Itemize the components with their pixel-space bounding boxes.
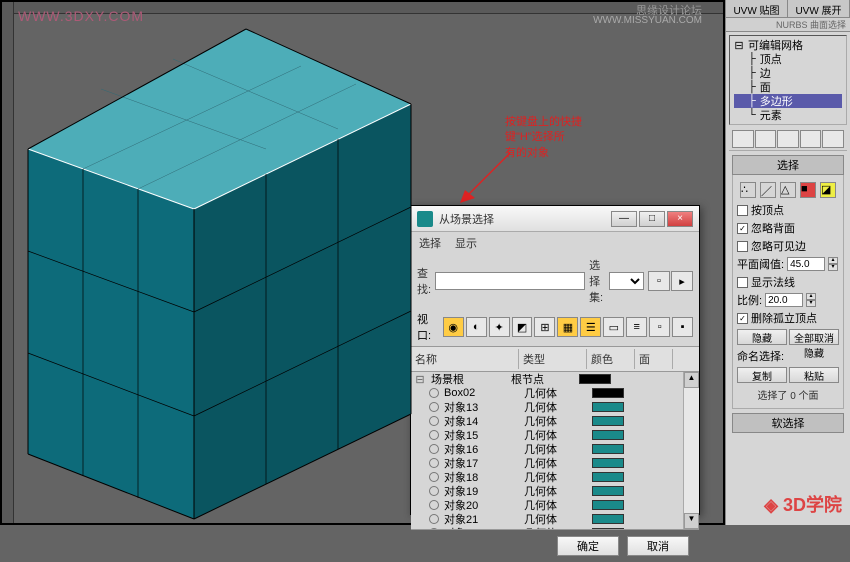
- ignore-back-checkbox[interactable]: [737, 223, 748, 234]
- filter-space-icon[interactable]: ▦: [557, 317, 578, 337]
- tab-uvw-map[interactable]: UVW 贴图: [726, 0, 788, 17]
- select-from-scene-dialog: 从场景选择 — □ × 选择 显示 查找: 选择集: ▫ ▸ 视口: ◉ ◐ ✦…: [410, 205, 700, 515]
- list-scrollbar[interactable]: [683, 372, 699, 529]
- tab-uvw-unwrap[interactable]: UVW 展开: [788, 0, 850, 17]
- filter-btn-b[interactable]: ▪: [672, 317, 693, 337]
- filter-btn-a[interactable]: ▫: [649, 317, 670, 337]
- delete-iso-checkbox[interactable]: [737, 313, 748, 324]
- subobj-edge-icon[interactable]: ／: [760, 182, 776, 198]
- list-row[interactable]: 对象20几何体: [411, 498, 699, 512]
- filter-geom-icon[interactable]: ◉: [443, 317, 464, 337]
- paste-button[interactable]: 粘贴: [789, 367, 839, 383]
- list-header: 名称 类型 颜色 面: [411, 346, 699, 372]
- show-result-icon[interactable]: [755, 130, 777, 148]
- filter-group-icon[interactable]: ▭: [603, 317, 624, 337]
- filter-xref-icon[interactable]: ≡: [626, 317, 647, 337]
- subobj-polygon-icon[interactable]: ■: [800, 182, 816, 198]
- filter-shape-icon[interactable]: ◐: [466, 317, 487, 337]
- subobj-face-icon[interactable]: △: [780, 182, 796, 198]
- planar-spinner[interactable]: ▴▾: [828, 257, 838, 271]
- remove-mod-icon[interactable]: [800, 130, 822, 148]
- maximize-button[interactable]: □: [639, 211, 665, 227]
- list-row[interactable]: 对象16几何体: [411, 442, 699, 456]
- ok-button[interactable]: 确定: [557, 536, 619, 556]
- list-row[interactable]: 对象17几何体: [411, 456, 699, 470]
- cancel-button[interactable]: 取消: [627, 536, 689, 556]
- filter-camera-icon[interactable]: ◩: [512, 317, 533, 337]
- search-input[interactable]: [435, 272, 585, 290]
- col-color[interactable]: 颜色: [587, 349, 635, 369]
- annotation-arrow: [455, 148, 515, 208]
- list-row[interactable]: 对象15几何体: [411, 428, 699, 442]
- named-sel-label: 命名选择:: [737, 348, 784, 364]
- color-swatch: [592, 430, 624, 440]
- filter-bone-icon[interactable]: ☰: [580, 317, 601, 337]
- color-swatch: [592, 388, 624, 398]
- dialog-title: 从场景选择: [439, 211, 611, 227]
- ratio-input[interactable]: [765, 293, 803, 307]
- set-label: 选择集:: [589, 257, 604, 305]
- ignore-vis-checkbox[interactable]: [737, 241, 748, 252]
- minimize-button[interactable]: —: [611, 211, 637, 227]
- list-row-root: ⊟ 场景根 根节点: [411, 372, 699, 386]
- subobj-element-icon[interactable]: ◪: [820, 182, 836, 198]
- col-type[interactable]: 类型: [519, 349, 587, 369]
- selection-info: 选择了 0 个面: [737, 385, 839, 404]
- dialog-menu: 选择 显示: [411, 232, 699, 254]
- list-row[interactable]: 对象19几何体: [411, 484, 699, 498]
- watermark-sub: WWW.MISSYUAN.COM: [593, 15, 702, 26]
- mod-element[interactable]: 元素: [760, 107, 782, 123]
- selection-set-dropdown[interactable]: [609, 272, 644, 290]
- cube-mesh[interactable]: [16, 14, 426, 524]
- color-swatch: [592, 458, 624, 468]
- rollout-soft-selection[interactable]: 软选择: [732, 413, 844, 433]
- ruler-vertical: [2, 2, 14, 523]
- rollout-selection[interactable]: 选择: [732, 155, 844, 175]
- logo-3d-academy: 3D学院: [764, 491, 842, 517]
- color-swatch: [579, 374, 611, 384]
- planar-threshold-input[interactable]: [787, 257, 825, 271]
- color-swatch: [592, 500, 624, 510]
- panel-subtitle: NURBS 曲面选择: [726, 18, 850, 32]
- color-swatch: [592, 444, 624, 454]
- dialog-titlebar[interactable]: 从场景选择 — □ ×: [411, 206, 699, 232]
- configure-icon[interactable]: [822, 130, 844, 148]
- color-swatch: [592, 402, 624, 412]
- color-swatch: [592, 416, 624, 426]
- col-face[interactable]: 面: [635, 349, 673, 369]
- list-row[interactable]: 对象21几何体: [411, 512, 699, 526]
- menu-display[interactable]: 显示: [455, 235, 477, 251]
- set-button-2[interactable]: ▸: [671, 271, 693, 291]
- list-row[interactable]: 对象22几何体: [411, 526, 699, 530]
- list-row[interactable]: 对象14几何体: [411, 414, 699, 428]
- by-vertex-checkbox[interactable]: [737, 205, 748, 216]
- filter-helper-icon[interactable]: ⊞: [534, 317, 555, 337]
- list-row[interactable]: Box02几何体: [411, 386, 699, 400]
- object-list[interactable]: ⊟ 场景根 根节点 Box02几何体对象13几何体对象14几何体对象15几何体对…: [411, 372, 699, 530]
- unhide-all-button[interactable]: 全部取消隐藏: [789, 329, 839, 345]
- color-swatch: [592, 486, 624, 496]
- color-swatch: [592, 514, 624, 524]
- subobj-vertex-icon[interactable]: ∴: [740, 182, 756, 198]
- ratio-spinner[interactable]: ▴▾: [806, 293, 816, 307]
- close-button[interactable]: ×: [667, 211, 693, 227]
- color-swatch: [592, 528, 624, 530]
- pin-stack-icon[interactable]: [732, 130, 754, 148]
- set-button-1[interactable]: ▫: [648, 271, 670, 291]
- hide-button[interactable]: 隐藏: [737, 329, 787, 345]
- show-normals-checkbox[interactable]: [737, 277, 748, 288]
- filter-light-icon[interactable]: ✦: [489, 317, 510, 337]
- list-row[interactable]: 对象18几何体: [411, 470, 699, 484]
- copy-button[interactable]: 复制: [737, 367, 787, 383]
- unique-icon[interactable]: [777, 130, 799, 148]
- annotation-text: 按键盘上的快捷 键"H"选择所 有的对象: [505, 115, 582, 161]
- list-row[interactable]: 对象13几何体: [411, 400, 699, 414]
- color-swatch: [592, 472, 624, 482]
- col-name[interactable]: 名称: [411, 349, 519, 369]
- modifier-stack[interactable]: ⊟可编辑网格 ├顶点 ├边 ├面 ├多边形 └元素: [729, 35, 847, 125]
- command-panel: UVW 贴图 UVW 展开 NURBS 曲面选择 ⊟可编辑网格 ├顶点 ├边 ├…: [725, 0, 850, 525]
